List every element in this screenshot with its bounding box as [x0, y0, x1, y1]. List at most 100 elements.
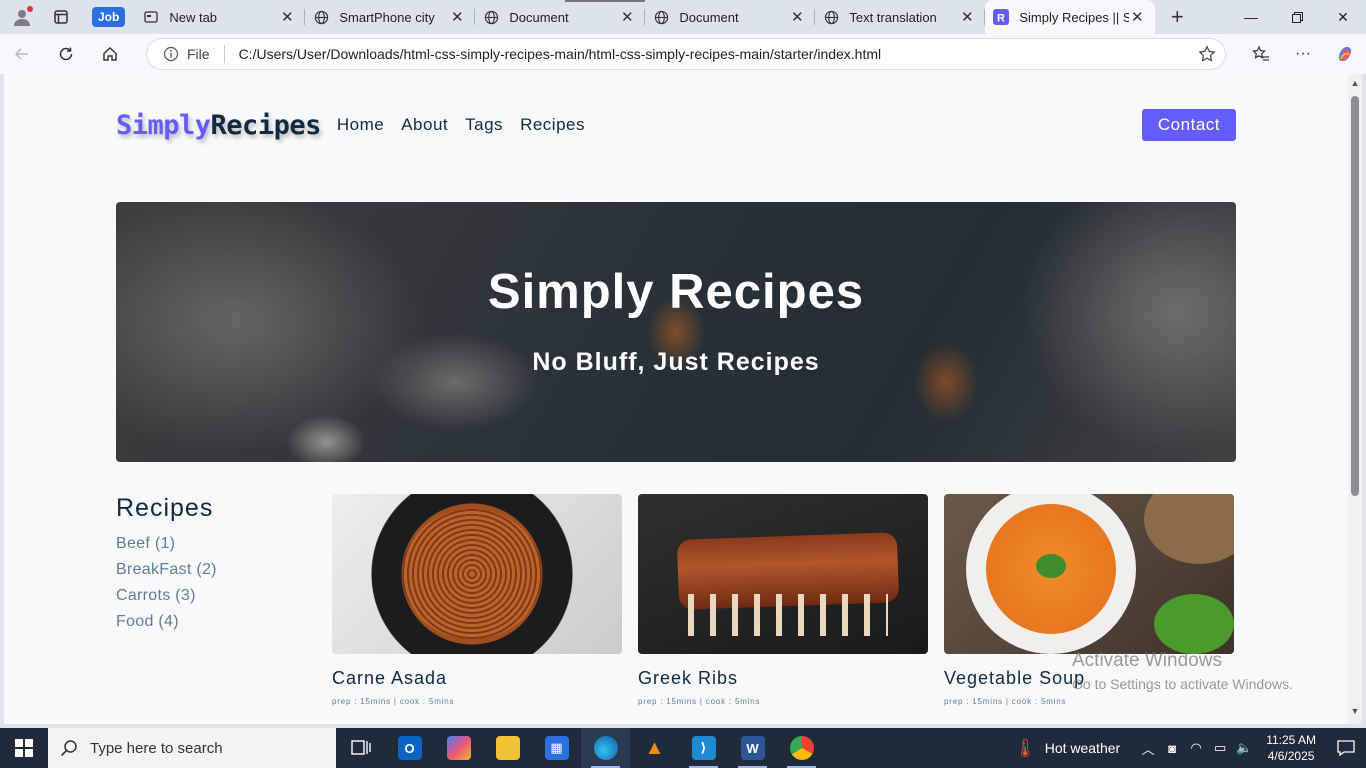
- taskbar-app-vscode[interactable]: ⟩: [679, 728, 728, 768]
- taskbar-app-word[interactable]: W: [728, 728, 777, 768]
- refresh-button[interactable]: [44, 34, 88, 74]
- address-bar[interactable]: File C:/Users/User/Downloads/html-css-si…: [146, 38, 1226, 70]
- tab-simply-recipes[interactable]: R Simply Recipes || Sta ✕: [985, 0, 1156, 34]
- tab-document-1[interactable]: Document ✕: [475, 0, 646, 34]
- minimize-button[interactable]: —: [1228, 0, 1274, 34]
- back-button[interactable]: [0, 34, 44, 74]
- site-logo[interactable]: SimplyRecipes: [116, 110, 321, 141]
- recipes-favicon-icon: R: [993, 9, 1010, 25]
- favorite-button[interactable]: [1189, 45, 1225, 63]
- page-scrollbar[interactable]: ▲ ▼: [1348, 74, 1362, 724]
- task-view-button[interactable]: [336, 728, 385, 768]
- nav-links: Home About Tags Recipes: [337, 115, 602, 135]
- close-tab-icon[interactable]: ✕: [1129, 9, 1145, 26]
- clock-date: 4/6/2025: [1267, 749, 1315, 763]
- clock-time: 11:25 AM: [1266, 733, 1316, 747]
- page-viewport: SimplyRecipes Home About Tags Recipes Co…: [4, 74, 1348, 724]
- chevron-up-icon[interactable]: ︿: [1136, 739, 1160, 758]
- weather-widget[interactable]: 🌡 Hot weather: [1014, 738, 1120, 759]
- nav-link-tags[interactable]: Tags: [465, 115, 503, 135]
- wifi-icon[interactable]: ◠: [1184, 740, 1208, 756]
- tag-link-breakfast[interactable]: BreakFast (2): [116, 561, 316, 579]
- vegetable-soup-image[interactable]: [944, 494, 1234, 654]
- tab-document-2[interactable]: Document ✕: [645, 0, 816, 34]
- system-clock[interactable]: 11:25 AM 4/6/2025: [1266, 732, 1316, 764]
- scroll-down-icon[interactable]: ▼: [1350, 706, 1360, 716]
- tag-link-beef[interactable]: Beef (1): [116, 535, 316, 553]
- scrollbar-thumb[interactable]: [1351, 96, 1359, 496]
- hero-banner: Simply Recipes No Bluff, Just Recipes: [116, 202, 1236, 462]
- new-tab-button[interactable]: +: [1155, 0, 1199, 34]
- scroll-up-icon[interactable]: ▲: [1350, 78, 1360, 88]
- start-button[interactable]: [0, 728, 48, 768]
- volume-icon[interactable]: 🔈: [1232, 740, 1256, 756]
- close-window-button[interactable]: ✕: [1320, 0, 1366, 34]
- taskbar-app-copilot[interactable]: [434, 728, 483, 768]
- taskbar-app-edge[interactable]: [581, 728, 630, 768]
- tag-link-food[interactable]: Food (4): [116, 613, 316, 631]
- notifications-button[interactable]: [1326, 740, 1366, 756]
- home-icon: [103, 47, 117, 61]
- contact-button[interactable]: Contact: [1141, 109, 1236, 141]
- weather-text: Hot weather: [1044, 740, 1121, 756]
- close-tab-icon[interactable]: ✕: [619, 9, 635, 26]
- browser-tab-strip: Job New tab ✕ SmartPhone city ✕ Document…: [0, 0, 1366, 34]
- copilot-button[interactable]: [1324, 34, 1366, 74]
- tab-label: New tab: [169, 9, 218, 25]
- taskbar-app-vlc[interactable]: ▲: [630, 728, 679, 768]
- recipe-title: Greek Ribs: [638, 668, 739, 688]
- tag-link-carrots[interactable]: Carrots (3): [116, 587, 316, 605]
- more-menu-button[interactable]: ···: [1282, 34, 1324, 74]
- carne-texture: [402, 509, 542, 639]
- info-icon: [163, 46, 179, 62]
- taskbar-search[interactable]: Type here to search: [48, 728, 336, 768]
- window-controls: — ✕: [1228, 0, 1366, 34]
- close-icon: ✕: [1337, 8, 1349, 25]
- basil-shape: [1154, 594, 1234, 654]
- close-tab-icon[interactable]: ✕: [279, 9, 295, 26]
- home-button[interactable]: [88, 34, 132, 74]
- nav-link-home[interactable]: Home: [337, 115, 384, 135]
- profile-button[interactable]: [0, 0, 44, 34]
- tab-actions-button[interactable]: [44, 0, 78, 34]
- scheme-label: File: [187, 46, 210, 62]
- vscode-icon: ⟩: [691, 736, 716, 760]
- plus-icon: +: [1170, 4, 1184, 29]
- tab-smartphone-city[interactable]: SmartPhone city ✕: [305, 0, 476, 34]
- restore-button[interactable]: [1274, 0, 1320, 34]
- greek-ribs-image[interactable]: [638, 494, 928, 654]
- tab-label: Document: [679, 9, 739, 25]
- taskbar-app-chrome[interactable]: [777, 728, 826, 768]
- workspace-badge[interactable]: Job: [92, 7, 126, 27]
- taskbar-app-file-explorer[interactable]: [483, 728, 532, 768]
- battery-icon[interactable]: ▭: [1208, 740, 1232, 756]
- nav-link-recipes[interactable]: Recipes: [520, 115, 585, 135]
- taskbar-app-outlook[interactable]: O: [385, 728, 434, 768]
- favorites-button[interactable]: [1240, 34, 1282, 74]
- meet-now-icon[interactable]: ◙: [1160, 741, 1184, 756]
- url-text[interactable]: C:/Users/User/Downloads/html-css-simply-…: [239, 46, 1189, 62]
- taskbar-app-store[interactable]: ▦: [532, 728, 581, 768]
- tab-text-translation[interactable]: Text translation ✕: [815, 0, 986, 34]
- carne-asada-image[interactable]: [332, 494, 622, 654]
- tab-new-tab[interactable]: New tab ✕: [135, 0, 306, 34]
- outlook-icon: O: [397, 736, 422, 760]
- globe-icon: [823, 9, 839, 25]
- herb-shape: [1036, 554, 1066, 578]
- close-tab-icon[interactable]: ✕: [449, 9, 465, 26]
- close-tab-icon[interactable]: ✕: [789, 9, 805, 26]
- recipe-card-carne-asada[interactable]: Carne Asada prep : 15mins | cook : 5mins: [332, 494, 622, 706]
- copilot-icon: [1339, 47, 1351, 61]
- site-info-button[interactable]: File: [163, 46, 210, 62]
- copilot-icon: [446, 736, 471, 760]
- close-tab-icon[interactable]: ✕: [959, 9, 975, 26]
- sidebar-heading: Recipes: [116, 494, 214, 522]
- ellipsis-icon: ···: [1295, 45, 1311, 62]
- recipe-title: Carne Asada: [332, 668, 448, 688]
- restore-icon: [1291, 11, 1303, 23]
- recipe-card-greek-ribs[interactable]: Greek Ribs prep : 15mins | cook : 5mins: [638, 494, 928, 706]
- nav-link-about[interactable]: About: [401, 115, 448, 135]
- windows-logo-icon: [15, 739, 33, 757]
- back-arrow-icon: [14, 48, 28, 60]
- task-view-icon: [350, 740, 371, 755]
